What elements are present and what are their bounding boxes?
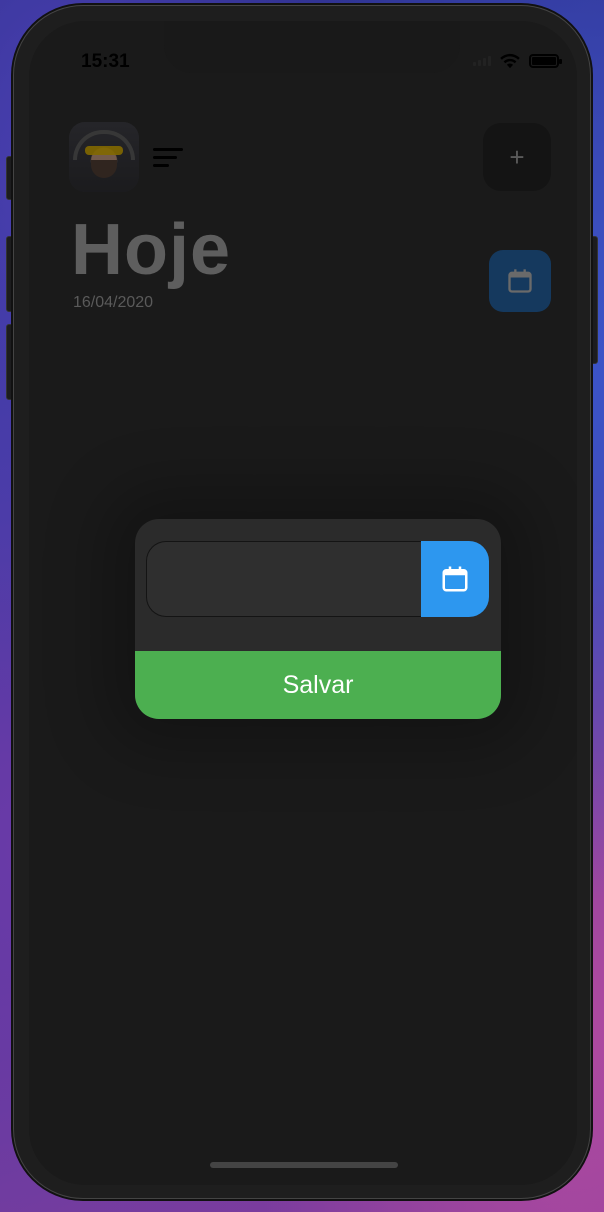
plus-icon: + xyxy=(509,141,525,172)
battery-icon xyxy=(529,54,562,68)
save-button[interactable]: Salvar xyxy=(135,651,501,719)
add-button[interactable]: + xyxy=(483,123,551,191)
side-button-power xyxy=(590,236,598,364)
calendar-icon xyxy=(508,269,532,293)
date-picker-button[interactable] xyxy=(421,541,489,617)
app-screen: 15:31 + Hoje 16/04/2020 Salvar xyxy=(29,21,577,1185)
date-input[interactable] xyxy=(146,541,422,617)
calendar-button[interactable] xyxy=(489,250,551,312)
page-title: Hoje xyxy=(71,210,232,290)
home-indicator[interactable] xyxy=(210,1162,398,1168)
cellular-icon xyxy=(473,56,491,66)
phone-frame: 15:31 + Hoje 16/04/2020 Salvar xyxy=(13,5,591,1199)
status-icons xyxy=(473,53,562,69)
status-time: 15:31 xyxy=(81,51,130,72)
wifi-icon xyxy=(500,53,520,69)
calendar-icon xyxy=(442,566,468,592)
page-date: 16/04/2020 xyxy=(73,294,154,311)
notch xyxy=(164,21,460,73)
date-dialog: Salvar xyxy=(135,519,501,719)
avatar[interactable] xyxy=(69,122,139,192)
sort-menu-icon[interactable] xyxy=(153,148,183,168)
